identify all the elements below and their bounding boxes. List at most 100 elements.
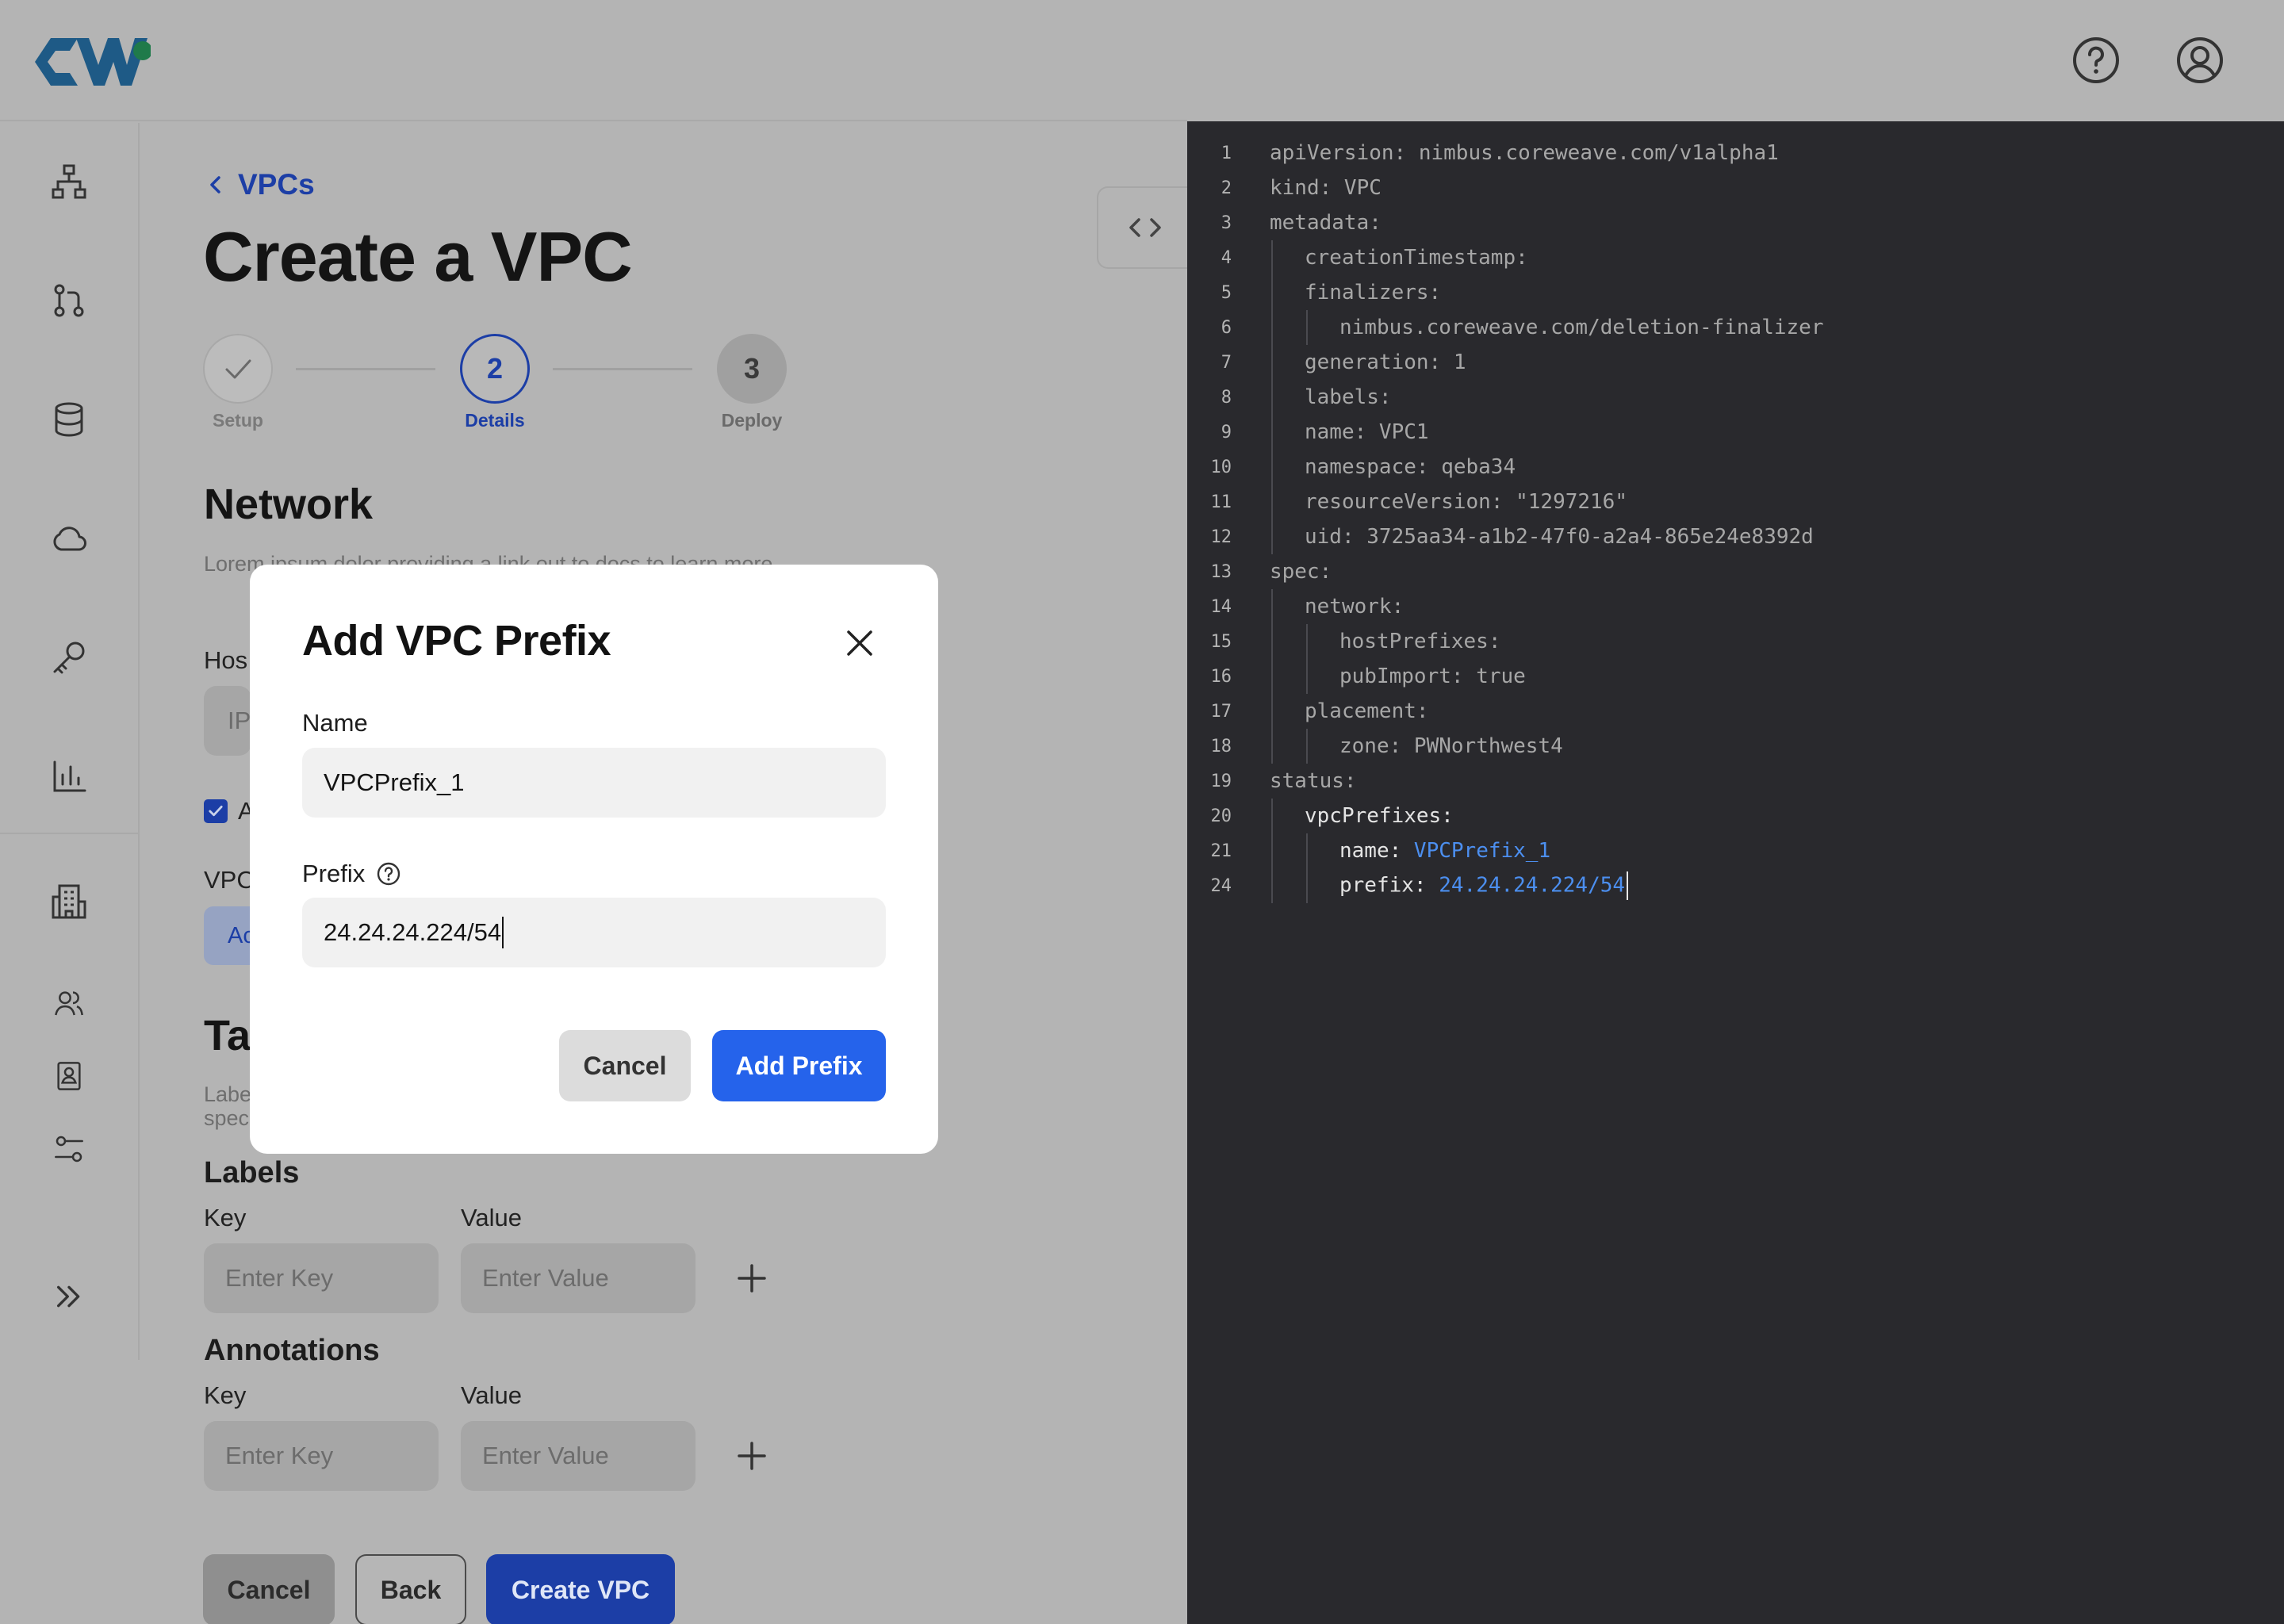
yaml-code-panel[interactable]: 1 apiVersion: nimbus.coreweave.com/v1alph… bbox=[1187, 121, 2284, 1624]
code-line: 20 vpcPrefixes: bbox=[1187, 799, 2284, 833]
cloud-icon[interactable] bbox=[50, 519, 88, 557]
breadcrumb-link-vpcs[interactable]: VPCs bbox=[238, 168, 315, 201]
step-deploy[interactable]: 3 Deploy bbox=[717, 334, 787, 431]
add-annotation-plus-icon[interactable] bbox=[734, 1438, 769, 1473]
prefix-input[interactable]: 24.24.24.224/54 bbox=[302, 898, 886, 967]
database-icon[interactable] bbox=[50, 400, 88, 439]
code-key: kind: bbox=[1270, 176, 1344, 200]
step-setup[interactable]: Setup bbox=[203, 334, 273, 431]
code-text: namespace: qeba34 bbox=[1305, 455, 1516, 479]
name-input[interactable]: VPCPrefix_1 bbox=[302, 748, 886, 818]
code-line: 15 hostPrefixes: bbox=[1187, 624, 2284, 659]
code-text: kind: VPC bbox=[1270, 176, 1382, 200]
code-line: 24 prefix: 24.24.24.224/54 bbox=[1187, 868, 2284, 903]
modal-title: Add VPC Prefix bbox=[302, 617, 611, 665]
annotations-value-label: Value bbox=[461, 1381, 522, 1409]
code-view-toggle[interactable] bbox=[1097, 186, 1192, 269]
code-key: apiVersion: bbox=[1270, 141, 1419, 165]
step-number: 2 bbox=[460, 334, 530, 404]
key-icon[interactable] bbox=[50, 638, 88, 676]
code-text: generation: 1 bbox=[1305, 350, 1466, 374]
code-key: creationTimestamp: bbox=[1305, 246, 1528, 270]
public-import-checkbox[interactable] bbox=[204, 799, 228, 823]
close-icon[interactable] bbox=[841, 624, 879, 662]
coreweave-logo[interactable] bbox=[32, 33, 152, 90]
code-key: resourceVersion: bbox=[1305, 490, 1516, 514]
host-prefix-input[interactable]: IP bbox=[204, 686, 251, 756]
code-line: 11 resourceVersion: "1297216" bbox=[1187, 485, 2284, 519]
code-line: 17 placement: bbox=[1187, 694, 2284, 729]
code-value: 1 bbox=[1453, 350, 1466, 374]
labels-key-input[interactable]: Enter Key bbox=[204, 1243, 439, 1313]
code-key: metadata: bbox=[1270, 211, 1382, 235]
code-text: uid: 3725aa34-a1b2-47f0-a2a4-865e24e8392… bbox=[1305, 525, 1814, 549]
prefix-label-text: Prefix bbox=[302, 860, 366, 887]
code-line: 3 metadata: bbox=[1187, 205, 2284, 240]
help-icon[interactable] bbox=[376, 861, 401, 887]
code-value: 24.24.24.224/54 bbox=[1439, 873, 1626, 898]
code-key: placement: bbox=[1305, 699, 1429, 723]
step-label: Setup bbox=[213, 410, 263, 431]
code-line: 19 status: bbox=[1187, 764, 2284, 799]
breadcrumb[interactable]: VPCs bbox=[205, 168, 315, 201]
add-prefix-button[interactable]: Add Prefix bbox=[712, 1030, 886, 1101]
code-line: 1 apiVersion: nimbus.coreweave.com/v1alph… bbox=[1187, 136, 2284, 170]
code-line: 2 kind: VPC bbox=[1187, 170, 2284, 205]
step-connector bbox=[553, 368, 692, 370]
bar-chart-icon[interactable] bbox=[50, 757, 88, 795]
step-number: 3 bbox=[717, 334, 787, 404]
code-key: hostPrefixes: bbox=[1339, 630, 1501, 653]
network-section-title: Network bbox=[204, 481, 374, 528]
indent-guide bbox=[1271, 589, 1273, 764]
modal-cancel-button[interactable]: Cancel bbox=[559, 1030, 691, 1101]
code-text: creationTimestamp: bbox=[1305, 246, 1528, 270]
create-vpc-button[interactable]: Create VPC bbox=[486, 1554, 675, 1624]
users-icon[interactable] bbox=[53, 987, 85, 1019]
name-input-value: VPCPrefix_1 bbox=[324, 768, 465, 796]
code-text: apiVersion: nimbus.coreweave.com/v1alpha… bbox=[1270, 141, 1779, 165]
add-label-plus-icon[interactable] bbox=[734, 1261, 769, 1296]
building-icon[interactable] bbox=[50, 883, 88, 921]
labels-key-label: Key bbox=[204, 1204, 247, 1231]
line-number: 2 bbox=[1221, 178, 1232, 198]
rail-divider bbox=[0, 833, 139, 834]
user-account-icon[interactable] bbox=[2175, 36, 2225, 85]
host-prefix-label: Hos bbox=[204, 646, 248, 674]
host-prefix-value: IP bbox=[228, 707, 251, 734]
indent-guide bbox=[1306, 310, 1308, 345]
code-text: spec: bbox=[1270, 560, 1332, 584]
line-number: 21 bbox=[1210, 841, 1232, 861]
code-text: zone: PWNorthwest4 bbox=[1339, 734, 1563, 758]
settings-sliders-icon[interactable] bbox=[53, 1133, 85, 1165]
labels-value-input[interactable]: Enter Value bbox=[461, 1243, 696, 1313]
top-bar bbox=[0, 0, 1187, 121]
code-text: status: bbox=[1270, 769, 1357, 793]
line-number: 24 bbox=[1210, 875, 1232, 896]
contact-book-icon[interactable] bbox=[53, 1060, 85, 1092]
line-number: 18 bbox=[1210, 736, 1232, 756]
line-number: 7 bbox=[1221, 352, 1232, 373]
expand-chevrons-icon[interactable] bbox=[53, 1281, 85, 1312]
line-number: 9 bbox=[1221, 422, 1232, 442]
code-text: hostPrefixes: bbox=[1339, 630, 1501, 653]
step-connector bbox=[296, 368, 435, 370]
code-text: pubImport: true bbox=[1339, 665, 1526, 688]
help-icon[interactable] bbox=[2071, 36, 2121, 85]
annotations-key-input[interactable]: Enter Key bbox=[204, 1421, 439, 1491]
cancel-button[interactable]: Cancel bbox=[203, 1554, 335, 1624]
code-value: PWNorthwest4 bbox=[1413, 734, 1563, 758]
back-button[interactable]: Back bbox=[355, 1554, 466, 1624]
code-text: prefix: 24.24.24.224/54 bbox=[1339, 871, 1629, 900]
annotations-value-input[interactable]: Enter Value bbox=[461, 1421, 696, 1491]
code-caret bbox=[1627, 871, 1629, 900]
code-line: 14 network: bbox=[1187, 589, 2284, 624]
git-pull-request-icon[interactable] bbox=[50, 282, 88, 320]
code-line: 7 generation: 1 bbox=[1187, 345, 2284, 380]
code-line: 6 nimbus.coreweave.com/deletion-finalizer bbox=[1187, 310, 2284, 345]
line-number: 14 bbox=[1210, 596, 1232, 617]
code-key: zone: bbox=[1339, 734, 1414, 758]
line-number: 8 bbox=[1221, 387, 1232, 408]
network-topology-icon[interactable] bbox=[50, 163, 88, 201]
step-details[interactable]: 2 Details bbox=[460, 334, 530, 431]
code-value: true bbox=[1476, 665, 1526, 688]
